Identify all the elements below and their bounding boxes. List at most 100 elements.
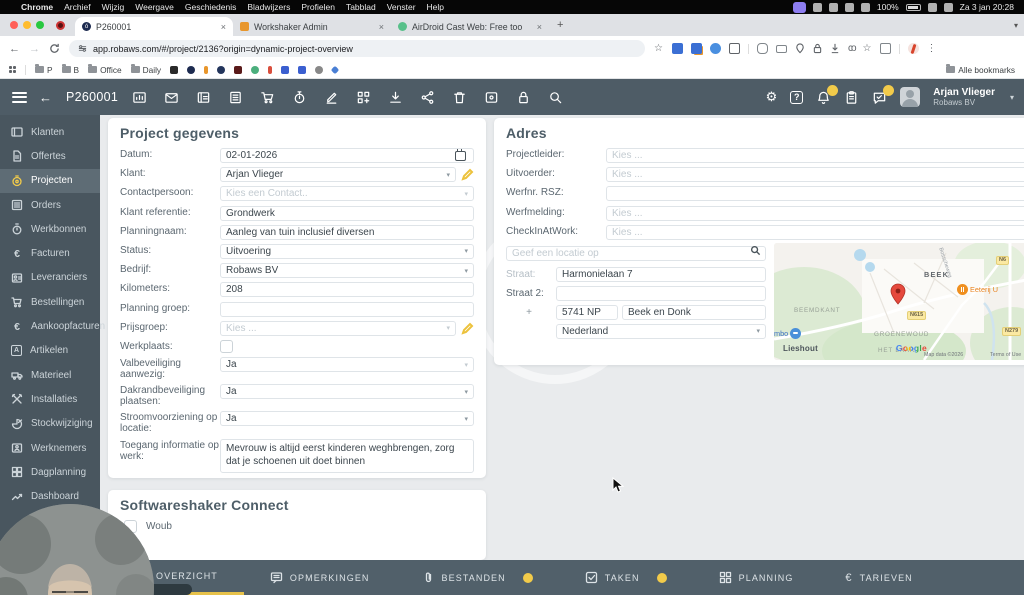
edit-klant-pencil-icon[interactable] [461,168,474,181]
postcode-input[interactable] [556,304,618,320]
bookmark-favicon[interactable] [187,65,196,74]
tab-search-caret-icon[interactable]: ▾ [1014,21,1018,30]
cart-icon[interactable] [260,90,275,105]
apps-plus-icon[interactable] [356,90,371,105]
sidebar-item-installaties[interactable]: Installaties [0,387,100,411]
menu-wijzig[interactable]: Wijzig [102,2,125,12]
map-pin-icon[interactable] [890,283,906,305]
chrome-menu-icon[interactable]: ⋮ [927,43,937,54]
close-window-button[interactable] [10,21,18,29]
status-icon[interactable] [860,2,870,12]
download-icon[interactable] [388,90,403,105]
close-tab-icon[interactable]: × [537,22,542,32]
edit-icon[interactable] [324,90,339,105]
tab-tarieven[interactable]: € TARIEVEN [819,560,938,595]
sidebar-item-klanten[interactable]: Klanten [0,120,100,144]
sidebar-item-werkbonnen[interactable]: Werkbonnen [0,217,100,241]
spotlight-icon[interactable] [927,2,937,12]
status-icon[interactable] [812,2,822,12]
bookmark-favicon[interactable] [204,65,209,74]
checkinatwork-select[interactable]: Kies ...▾ [606,224,1024,240]
sidebar-item-offertes[interactable]: Offertes [0,144,100,168]
menu-archief[interactable]: Archief [64,2,90,12]
control-center-icon[interactable] [943,2,953,12]
map-terms-link[interactable]: Terms of Use [990,352,1021,358]
bookmark-favicon[interactable] [217,65,226,74]
search-icon[interactable] [548,90,563,105]
site-settings-icon[interactable] [78,44,87,53]
tab-airdroid[interactable]: AirDroid Cast Web: Free too × [391,17,549,36]
menu-tabblad[interactable]: Tabblad [346,2,376,12]
trash-icon[interactable] [452,90,467,105]
location-icon[interactable] [795,43,805,54]
bookmark-folder-daily[interactable]: Daily [130,64,161,75]
timer-icon[interactable] [292,90,307,105]
werkplaats-checkbox[interactable] [220,339,233,353]
extension-icon[interactable] [690,43,702,54]
menu-app-name[interactable]: Chrome [21,2,53,12]
werfnr-rsz-input[interactable] [606,186,1024,202]
datum-input[interactable] [220,148,474,163]
bookmark-favicon[interactable] [315,65,324,74]
sidebar-item-artikelen[interactable]: A Artikelen [0,339,100,363]
poi-eeterij[interactable]: Eeterij U [957,283,998,295]
sidebar-item-materieel[interactable]: Materieel [0,363,100,387]
bookmark-folder-office[interactable]: Office [88,64,122,75]
settings-gear-icon[interactable]: ⚙ [766,89,778,105]
sidebar-item-werknemers[interactable]: Werknemers [0,436,100,460]
sidebar-item-bestellingen[interactable]: Bestellingen [0,290,100,314]
status-icon[interactable] [844,2,854,12]
favorites-star-icon[interactable]: ☆ [863,43,872,54]
minimize-window-button[interactable] [23,21,31,29]
prijsgroep-select[interactable]: Kies ... ▾ [220,320,456,336]
sidebar-item-facturen[interactable]: € Facturen [0,241,100,265]
kilometers-input[interactable] [220,282,474,298]
straat-input[interactable] [556,266,766,282]
stroomvoorziening-select[interactable]: Ja ▾ [220,411,474,427]
bedrijf-select[interactable]: Robaws BV ▾ [220,263,474,279]
clipboard-icon[interactable] [844,90,859,105]
toegang-informatie-textarea[interactable]: Mevrouw is altijd eerst kinderen weghbre… [220,438,474,473]
menu-bladwijzers[interactable]: Bladwijzers [247,2,290,12]
new-tab-button[interactable]: + [557,19,563,31]
lock-icon[interactable] [813,43,822,54]
map[interactable]: Bosscheweg BEEK BEEMDKANT GROENEWOUD HET… [774,242,1024,360]
bookmark-favicon[interactable] [170,65,179,74]
bookmark-favicon[interactable] [268,65,273,74]
apps-grid-icon[interactable] [9,66,16,73]
profile-avatar[interactable] [907,43,919,54]
mail-icon[interactable] [164,90,179,105]
menu-help[interactable]: Help [427,2,444,12]
search-icon[interactable] [750,245,761,256]
planningnaam-input[interactable] [220,224,474,240]
locatie-search-input[interactable] [506,245,766,261]
bookmark-favicon[interactable] [298,65,307,74]
close-tab-icon[interactable]: × [221,22,226,32]
bookmark-favicon[interactable] [330,65,340,74]
status-select[interactable]: Uitvoering ▾ [220,243,474,259]
menu-profielen[interactable]: Profielen [301,2,335,12]
link-icon[interactable]: co [848,43,856,54]
archive-icon[interactable] [484,90,499,105]
plaats-input[interactable] [622,304,766,320]
contacts-icon[interactable] [196,90,211,105]
land-select[interactable]: Nederland ▾ [556,323,766,339]
bookmark-favicon[interactable] [234,65,243,74]
all-bookmarks-button[interactable]: Alle bookmarks [946,64,1015,75]
menu-geschiedenis[interactable]: Geschiedenis [185,2,237,12]
bookmark-favicon[interactable] [281,65,290,74]
klant-select[interactable]: Arjan Vlieger ▾ [220,167,456,183]
menu-icon[interactable] [12,91,27,103]
user-menu-caret-icon[interactable]: ▾ [1010,93,1014,102]
sidebar-item-leveranciers[interactable]: Leveranciers [0,266,100,290]
tab-p260001[interactable]: ó P260001 × [75,17,233,36]
menu-venster[interactable]: Venster [387,2,416,12]
zoom-window-button[interactable] [36,21,44,29]
tab-planning[interactable]: PLANNING [693,560,820,595]
uitvoerder-select[interactable]: Kies ...▾ [606,167,1024,183]
straat2-input[interactable] [556,285,766,301]
share-icon[interactable] [420,90,435,105]
werfmelding-select[interactable]: Kies ...▾ [606,205,1024,221]
bookmark-favicon[interactable] [251,65,260,74]
crosshair-icon[interactable]: + [506,307,552,318]
